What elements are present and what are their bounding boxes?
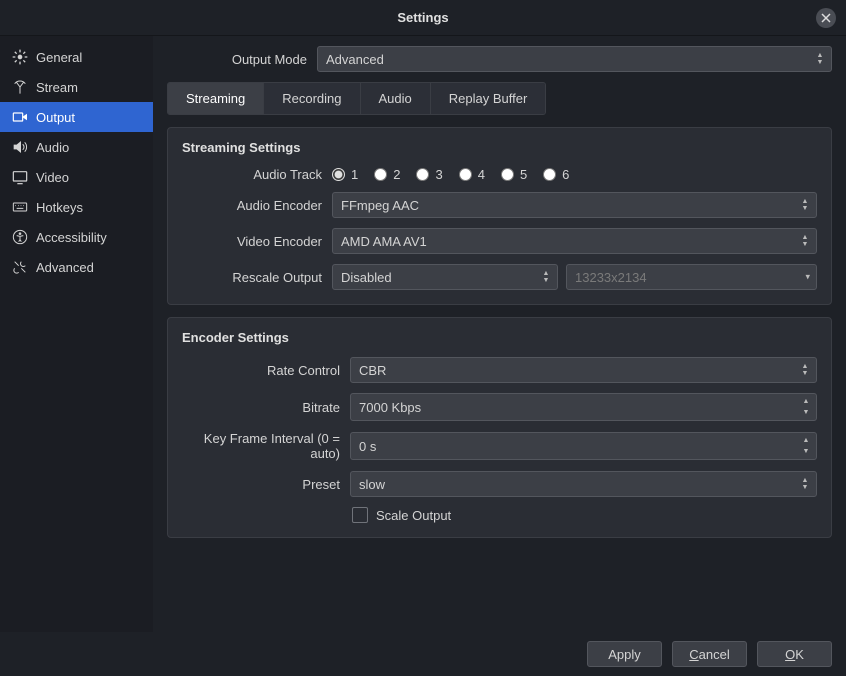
video-encoder-select[interactable]: AMD AMA AV1 ▲▼ <box>332 228 817 254</box>
sidebar-item-label: General <box>36 50 82 65</box>
ok-button[interactable]: OK <box>757 641 832 667</box>
video-encoder-label: Video Encoder <box>182 234 332 249</box>
updown-icon: ▲▼ <box>813 49 827 69</box>
sidebar-item-accessibility[interactable]: Accessibility <box>0 222 153 252</box>
footer: Apply Cancel OK <box>0 632 846 676</box>
audio-track-5[interactable]: 5 <box>501 167 527 182</box>
updown-icon: ▲▼ <box>798 231 812 251</box>
chevron-down-icon: ▾ <box>805 272 810 283</box>
audio-track-label: Audio Track <box>182 167 332 182</box>
sidebar-item-label: Video <box>36 170 69 185</box>
bitrate-value: 7000 Kbps <box>359 400 421 415</box>
sidebar-item-general[interactable]: General <box>0 42 153 72</box>
spin-up-icon[interactable]: ▲ <box>799 396 813 407</box>
encoder-settings-panel: Encoder Settings Rate Control CBR ▲▼ Bit… <box>167 317 832 538</box>
updown-icon: ▲▼ <box>798 195 812 215</box>
window-title: Settings <box>397 10 448 25</box>
spin-down-icon[interactable]: ▼ <box>799 446 813 457</box>
tab-replay-buffer[interactable]: Replay Buffer <box>431 83 546 114</box>
streaming-settings-title: Streaming Settings <box>182 140 817 155</box>
tab-audio[interactable]: Audio <box>361 83 431 114</box>
speaker-icon <box>12 139 28 155</box>
rescale-output-select[interactable]: Disabled ▲▼ <box>332 264 558 290</box>
output-mode-label: Output Mode <box>167 52 317 67</box>
keyframe-label: Key Frame Interval (0 = auto) <box>182 431 350 461</box>
apply-button[interactable]: Apply <box>587 641 662 667</box>
preset-value: slow <box>359 477 385 492</box>
gear-icon <box>12 49 28 65</box>
spin-down-icon[interactable]: ▼ <box>799 407 813 418</box>
rate-control-value: CBR <box>359 363 386 378</box>
video-encoder-value: AMD AMA AV1 <box>341 234 427 249</box>
updown-icon: ▲▼ <box>798 474 812 494</box>
monitor-icon <box>12 169 28 185</box>
output-icon <box>12 109 28 125</box>
sidebar-item-video[interactable]: Video <box>0 162 153 192</box>
sidebar-item-stream[interactable]: Stream <box>0 72 153 102</box>
rescale-output-value: Disabled <box>341 270 392 285</box>
audio-encoder-label: Audio Encoder <box>182 198 332 213</box>
titlebar: Settings <box>0 0 846 36</box>
preset-label: Preset <box>182 477 350 492</box>
rescale-output-label: Rescale Output <box>182 270 332 285</box>
output-mode-select[interactable]: Advanced ▲▼ <box>317 46 832 72</box>
rate-control-select[interactable]: CBR ▲▼ <box>350 357 817 383</box>
accessibility-icon <box>12 229 28 245</box>
rate-control-label: Rate Control <box>182 363 350 378</box>
keyboard-icon <box>12 199 28 215</box>
sidebar-item-label: Hotkeys <box>36 200 83 215</box>
tab-streaming[interactable]: Streaming <box>168 83 264 114</box>
bitrate-input[interactable]: 7000 Kbps ▲▼ <box>350 393 817 421</box>
updown-icon: ▲▼ <box>798 360 812 380</box>
output-tabs: Streaming Recording Audio Replay Buffer <box>167 82 546 115</box>
close-button[interactable] <box>816 8 836 28</box>
streaming-settings-panel: Streaming Settings Audio Track 1 2 3 4 5… <box>167 127 832 305</box>
tools-icon <box>12 259 28 275</box>
sidebar-item-label: Accessibility <box>36 230 107 245</box>
sidebar-item-hotkeys[interactable]: Hotkeys <box>0 192 153 222</box>
sidebar: General Stream Output Audio Video Hotkey… <box>0 36 153 632</box>
sidebar-item-label: Stream <box>36 80 78 95</box>
scale-output-label: Scale Output <box>376 508 451 523</box>
audio-track-6[interactable]: 6 <box>543 167 569 182</box>
sidebar-item-label: Advanced <box>36 260 94 275</box>
encoder-settings-title: Encoder Settings <box>182 330 817 345</box>
tab-recording[interactable]: Recording <box>264 83 360 114</box>
sidebar-item-label: Output <box>36 110 75 125</box>
bitrate-label: Bitrate <box>182 400 350 415</box>
spin-up-icon[interactable]: ▲ <box>799 435 813 446</box>
sidebar-item-audio[interactable]: Audio <box>0 132 153 162</box>
cancel-button[interactable]: Cancel <box>672 641 747 667</box>
sidebar-item-output[interactable]: Output <box>0 102 153 132</box>
sidebar-item-label: Audio <box>36 140 69 155</box>
antenna-icon <box>12 79 28 95</box>
output-mode-value: Advanced <box>326 52 384 67</box>
rescale-resolution-value: 13233x2134 <box>575 270 647 285</box>
rescale-resolution-input[interactable]: 13233x2134 ▾ <box>566 264 817 290</box>
content-panel: Output Mode Advanced ▲▼ Streaming Record… <box>153 36 846 632</box>
updown-icon: ▲▼ <box>539 267 553 287</box>
sidebar-item-advanced[interactable]: Advanced <box>0 252 153 282</box>
close-icon <box>821 13 831 23</box>
preset-select[interactable]: slow ▲▼ <box>350 471 817 497</box>
audio-track-1[interactable]: 1 <box>332 167 358 182</box>
audio-encoder-select[interactable]: FFmpeg AAC ▲▼ <box>332 192 817 218</box>
keyframe-value: 0 s <box>359 439 376 454</box>
audio-track-3[interactable]: 3 <box>416 167 442 182</box>
audio-encoder-value: FFmpeg AAC <box>341 198 419 213</box>
audio-track-radios: 1 2 3 4 5 6 <box>332 167 569 182</box>
scale-output-checkbox[interactable] <box>352 507 368 523</box>
keyframe-input[interactable]: 0 s ▲▼ <box>350 432 817 460</box>
audio-track-4[interactable]: 4 <box>459 167 485 182</box>
audio-track-2[interactable]: 2 <box>374 167 400 182</box>
